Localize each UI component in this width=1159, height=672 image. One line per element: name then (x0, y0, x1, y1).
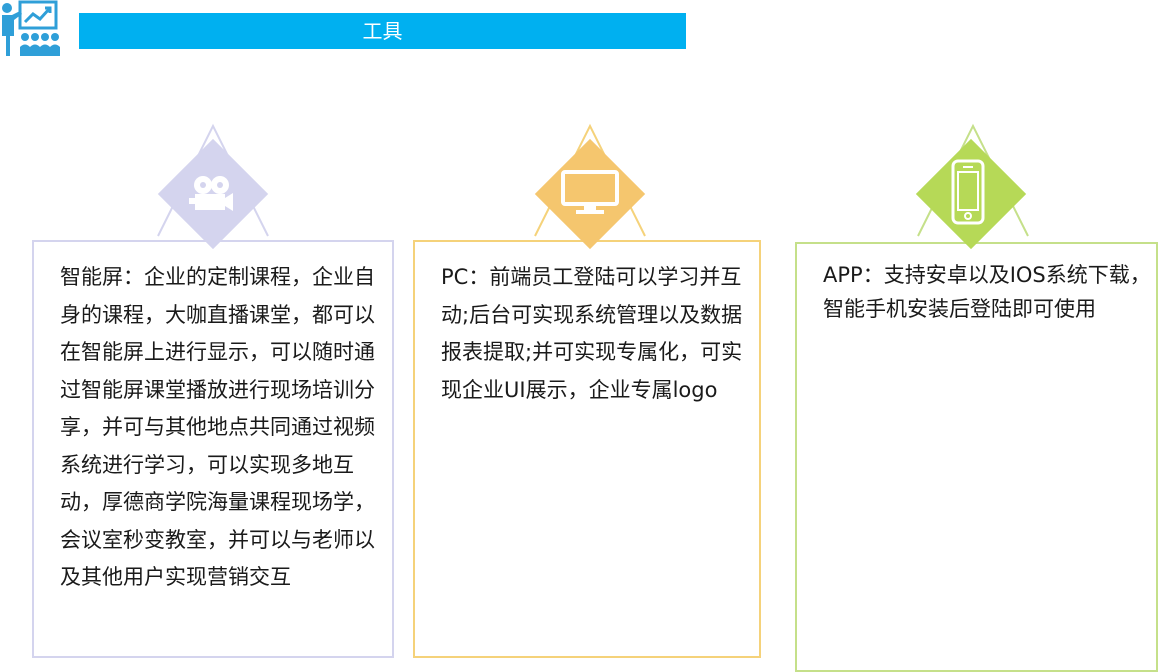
presenter-chart-icon (2, 0, 60, 56)
card-description: APP：支持安卓以及IOS系统下载，智能手机安装后登陆即可使用 (823, 263, 1151, 321)
section-title-bar: 工具 (79, 13, 686, 49)
card-description: PC：前端员工登陆可以学习并互动;后台可实现系统管理以及数据报表提取;并可实现专… (441, 265, 743, 402)
card-description: 智能屏：企业的定制课程，企业自身的课程，大咖直播课堂，都可以在智能屏上进行显示，… (60, 265, 375, 589)
monitor-icon (561, 170, 619, 214)
pc-card: PC：前端员工登陆可以学习并互动;后台可实现系统管理以及数据报表提取;并可实现专… (413, 240, 761, 658)
app-card: APP：支持安卓以及IOS系统下载，智能手机安装后登陆即可使用 (795, 242, 1158, 672)
section-title: 工具 (362, 19, 403, 43)
smartphone-icon (951, 159, 985, 225)
smart-screen-card: 智能屏：企业的定制课程，企业自身的课程，大咖直播课堂，都可以在智能屏上进行显示，… (32, 240, 394, 658)
movie-camera-icon (189, 176, 233, 211)
